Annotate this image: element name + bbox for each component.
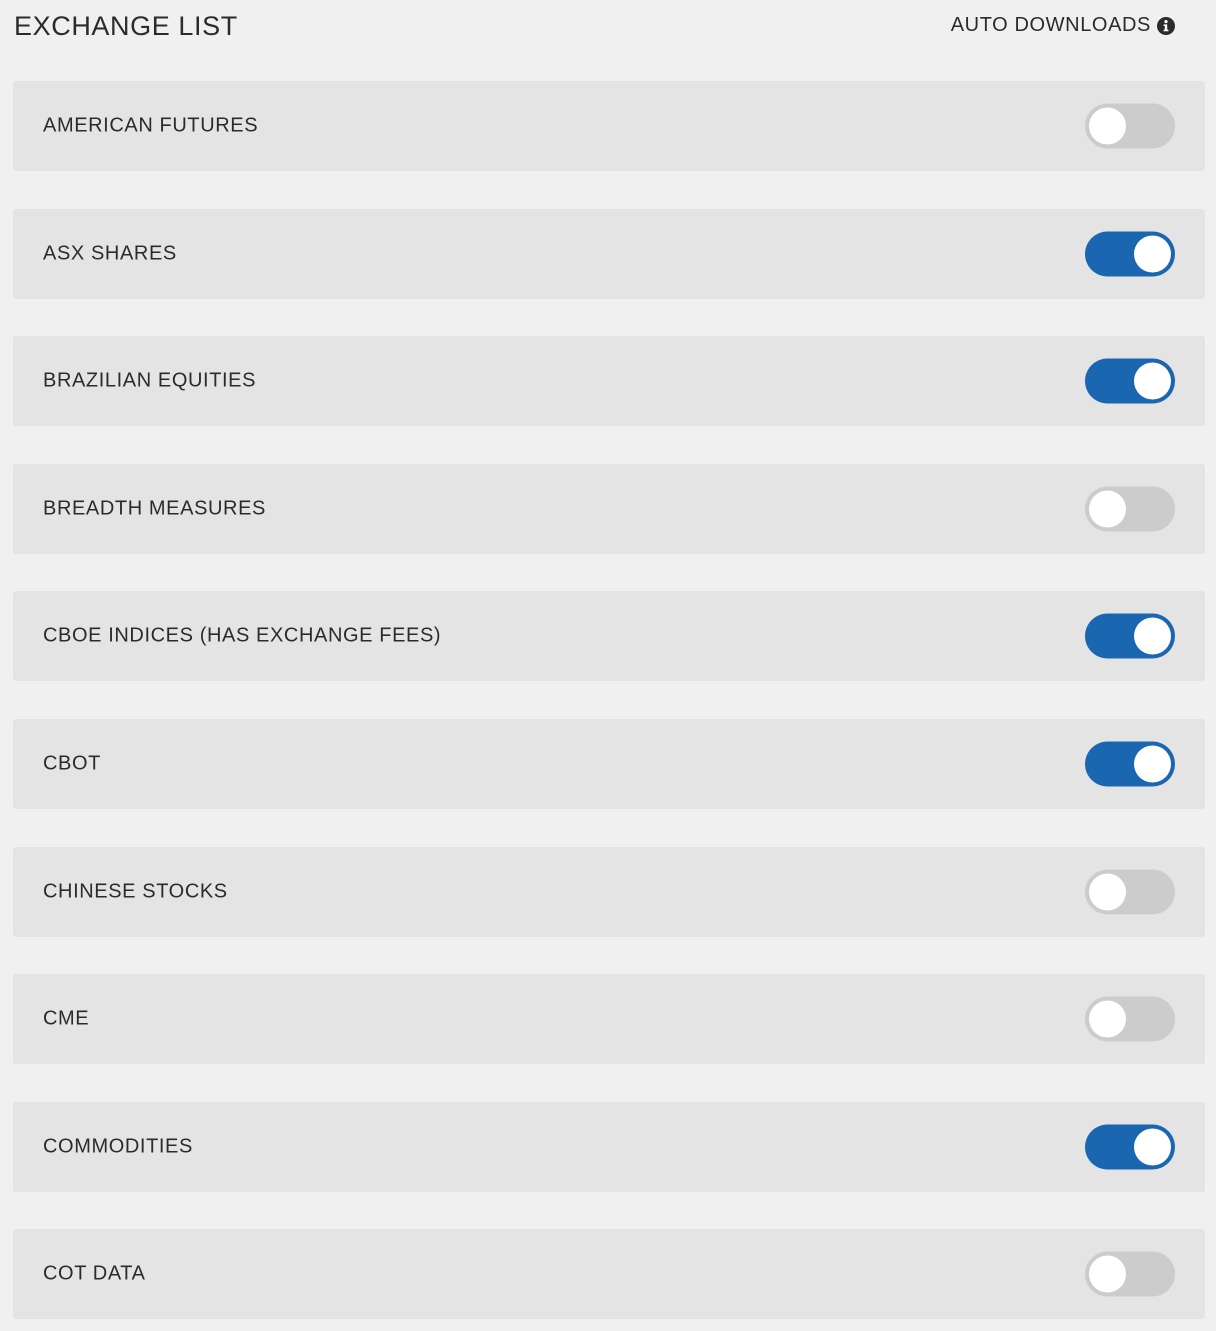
exchange-row-american-futures: AMERICAN FUTURES [13, 81, 1205, 171]
info-circle-icon[interactable] [1157, 16, 1175, 35]
toggle-knob [1134, 617, 1171, 655]
exchange-label: CBOE INDICES (HAS EXCHANGE FEES) [43, 624, 442, 647]
exchange-row-cboe-indices: CBOE INDICES (HAS EXCHANGE FEES) [13, 591, 1205, 682]
exchange-row-asx-shares: ASX SHARES [13, 208, 1205, 299]
toggle-knob [1089, 1255, 1126, 1293]
toggle-knob [1089, 1000, 1126, 1038]
exchange-row-brazilian-equities: BRAZILIAN EQUITIES [13, 336, 1205, 427]
auto-download-toggle[interactable] [1085, 486, 1175, 532]
toggle-knob [1089, 490, 1126, 528]
auto-download-toggle[interactable] [1085, 996, 1175, 1042]
auto-download-toggle[interactable] [1085, 741, 1175, 787]
exchange-row-cme: CME [13, 974, 1205, 1065]
auto-download-toggle[interactable] [1085, 358, 1175, 404]
exchange-row-chinese-stocks: CHINESE STOCKS [13, 846, 1205, 937]
exchange-list-page: EXCHANGE LIST AUTO DOWNLOADS AMERICAN FU… [0, 0, 1216, 1331]
header: EXCHANGE LIST AUTO DOWNLOADS [0, 0, 1216, 56]
toggle-knob [1089, 107, 1126, 145]
exchange-label: ASX SHARES [43, 242, 177, 265]
exchange-row-cbot: CBOT [13, 718, 1205, 809]
exchange-row-breadth-measures: BREADTH MEASURES [13, 463, 1205, 554]
exchange-label: BREADTH MEASURES [43, 497, 266, 520]
exchange-label: CHINESE STOCKS [43, 880, 228, 903]
toggle-knob [1134, 745, 1171, 783]
page-title: EXCHANGE LIST [14, 11, 238, 41]
exchange-label: CME [43, 1007, 90, 1030]
toggle-knob [1134, 235, 1171, 273]
auto-download-toggle[interactable] [1085, 1251, 1175, 1297]
toggle-knob [1134, 1128, 1171, 1166]
exchange-label: AMERICAN FUTURES [43, 114, 259, 137]
exchange-row-cot-data: COT DATA [13, 1229, 1205, 1320]
toggle-knob [1134, 362, 1171, 400]
auto-download-toggle[interactable] [1085, 231, 1175, 277]
auto-download-toggle[interactable] [1085, 869, 1175, 915]
exchange-label: CBOT [43, 752, 101, 775]
auto-downloads-info[interactable]: AUTO DOWNLOADS [951, 14, 1175, 37]
auto-downloads-label: AUTO DOWNLOADS [950, 14, 1151, 36]
auto-download-toggle[interactable] [1085, 103, 1175, 149]
exchange-row-commodities: COMMODITIES [13, 1101, 1205, 1192]
toggle-knob [1089, 873, 1126, 911]
auto-download-toggle[interactable] [1085, 1124, 1175, 1170]
auto-download-toggle[interactable] [1085, 613, 1175, 659]
exchange-label: COT DATA [43, 1262, 146, 1285]
exchange-label: COMMODITIES [43, 1135, 193, 1158]
exchange-list: AMERICAN FUTURES ASX SHARES BRAZILIAN EQ… [13, 81, 1205, 1331]
exchange-label: BRAZILIAN EQUITIES [43, 369, 257, 392]
